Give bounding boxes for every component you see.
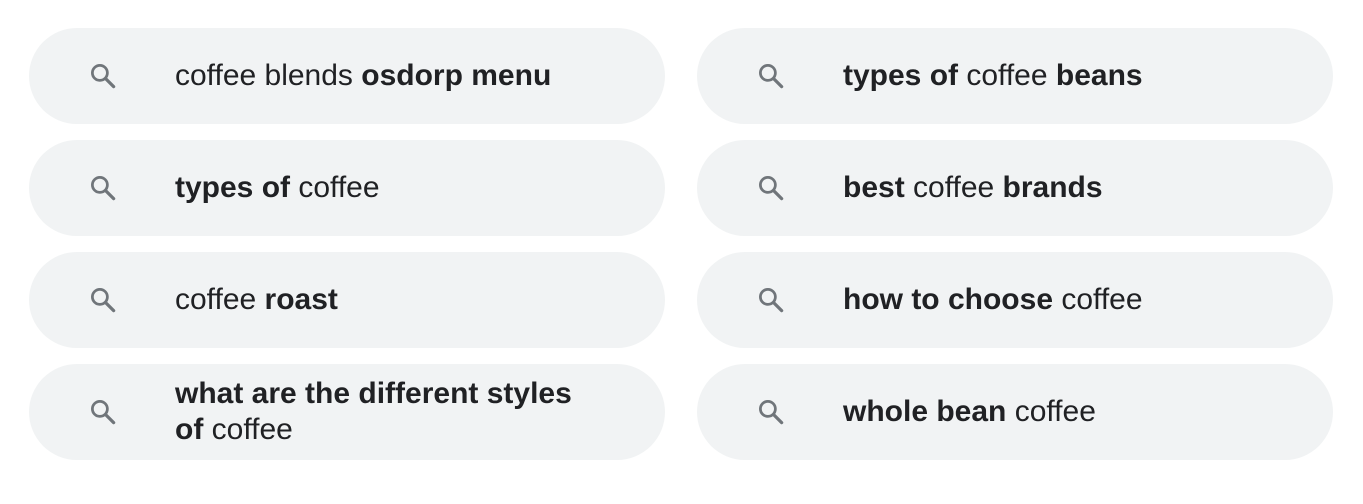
suggestion-chip[interactable]: best coffee brands: [697, 140, 1333, 236]
suggestion-text-segment: types of: [843, 59, 959, 92]
suggestion-label: whole bean coffee: [843, 364, 1293, 460]
suggestion-chip[interactable]: what are the different styles of coffee: [29, 364, 665, 460]
suggestion-text-segment: coffee blends: [175, 59, 362, 92]
suggestion-text-segment: roast: [264, 283, 338, 316]
suggestion-text-segment: best: [843, 171, 905, 204]
related-searches-grid: coffee blends osdorp menu types of coffe…: [0, 0, 1363, 504]
suggestion-text-segment: beans: [1055, 59, 1143, 92]
suggestion-text-segment: coffee: [1006, 395, 1096, 428]
suggestion-label: what are the different styles of coffee: [175, 364, 605, 460]
suggestion-text-segment: whole bean: [843, 395, 1007, 428]
suggestion-text-segment: coffee: [958, 59, 1056, 92]
suggestion-label: types of coffee beans: [843, 28, 1293, 124]
suggestion-label: how to choose coffee: [843, 252, 1293, 348]
suggestion-label: coffee blends osdorp menu: [175, 28, 625, 124]
suggestion-label: best coffee brands: [843, 140, 1293, 236]
search-icon: [86, 171, 120, 205]
search-icon: [86, 283, 120, 317]
suggestion-chip[interactable]: how to choose coffee: [697, 252, 1333, 348]
search-icon: [86, 59, 120, 93]
suggestion-text-segment: types of: [175, 171, 291, 204]
suggestion-chip[interactable]: coffee roast: [29, 252, 665, 348]
suggestion-text-segment: coffee: [1053, 283, 1143, 316]
search-icon: [754, 395, 788, 429]
suggestion-chip[interactable]: coffee blends osdorp menu: [29, 28, 665, 124]
suggestion-chip[interactable]: types of coffee: [29, 140, 665, 236]
suggestion-chip[interactable]: types of coffee beans: [697, 28, 1333, 124]
suggestion-text-segment: coffee: [203, 413, 293, 446]
search-icon: [754, 283, 788, 317]
suggestion-text-segment: coffee: [904, 171, 1003, 204]
suggestion-text-segment: coffee: [175, 283, 265, 316]
suggestion-text-segment: osdorp menu: [361, 59, 552, 92]
search-icon: [754, 59, 788, 93]
search-icon: [754, 171, 788, 205]
suggestion-text-segment: brands: [1002, 171, 1103, 204]
suggestion-text-segment: how to choose: [843, 283, 1053, 316]
suggestion-chip[interactable]: whole bean coffee: [697, 364, 1333, 460]
suggestion-label: coffee roast: [175, 252, 625, 348]
search-icon: [86, 395, 120, 429]
suggestion-text-segment: coffee: [290, 171, 380, 204]
suggestion-label: types of coffee: [175, 140, 625, 236]
